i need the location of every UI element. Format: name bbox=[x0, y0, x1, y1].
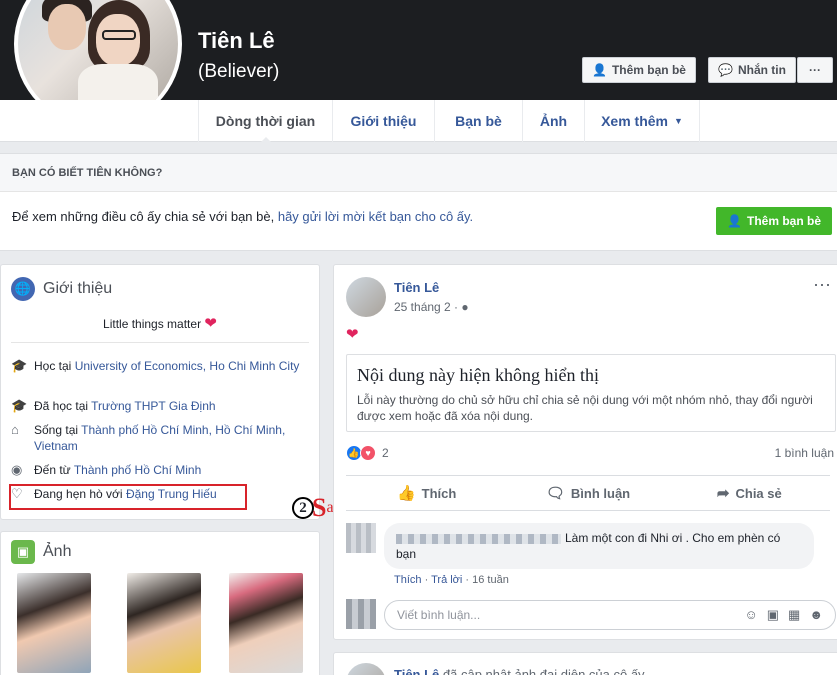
blurred-name bbox=[396, 533, 561, 544]
intro-item-from: ◉ Đến từ Thành phố Hồ Chí Minh bbox=[11, 462, 202, 477]
timeline-post: Tiên Lê 25 tháng 2 · ● ⋯ ❤ Nội dung này … bbox=[333, 264, 837, 640]
bio: Little things matter ❤ bbox=[103, 315, 217, 332]
home-icon: ⌂ bbox=[11, 422, 19, 437]
add-friend-icon: 👤 bbox=[727, 214, 742, 228]
comment-bubble: Làm một con đi Nhi ơi . Cho em phèn có b… bbox=[384, 523, 814, 569]
education-link[interactable]: University of Economics, Ho Chi Minh Cit… bbox=[75, 359, 300, 373]
comment-input[interactable]: Viết bình luận... ☺ ▣ ▦ ☻ bbox=[384, 600, 836, 630]
camera-icon[interactable]: ▣ bbox=[767, 607, 779, 623]
reactions-summary[interactable]: 👍 ♥ 2 bbox=[346, 445, 389, 461]
globe-icon: 🌐 bbox=[11, 277, 35, 301]
write-comment: Viết bình luận... ☺ ▣ ▦ ☻ bbox=[346, 599, 836, 631]
love-reaction-icon: ♥ bbox=[360, 445, 376, 461]
highlight-box bbox=[9, 484, 247, 510]
add-friend-green-button[interactable]: 👤 Thêm bạn bè bbox=[716, 207, 832, 235]
intro-title: 🌐 Giới thiệu bbox=[11, 277, 112, 301]
add-friend-icon: 👤 bbox=[592, 63, 607, 77]
post-author-name[interactable]: Tiên Lê bbox=[394, 280, 439, 295]
tab-photos[interactable]: Ảnh bbox=[522, 100, 584, 142]
share-icon: ➦ bbox=[716, 485, 730, 502]
post-author-avatar[interactable] bbox=[346, 663, 386, 675]
profile-name[interactable]: Tiên Lê bbox=[198, 28, 275, 54]
like-button[interactable]: 👍 Thích bbox=[346, 476, 507, 510]
intro-item-lives: ⌂ Sống tại Thành phố Hồ Chí Minh, Hồ Chí… bbox=[11, 422, 286, 453]
intro-item-school: 🎓 Đã học tại Trường THPT Gia Định bbox=[11, 398, 216, 413]
tab-about[interactable]: Giới thiệu bbox=[332, 100, 434, 142]
thumbs-up-icon: 👍 bbox=[396, 485, 416, 502]
message-label: Nhắn tin bbox=[737, 63, 786, 77]
divider bbox=[11, 342, 309, 343]
tab-more-label: Xem thêm bbox=[601, 113, 668, 129]
post2-header: Tiên Lê đã cập nhật ảnh đại diện của cô … bbox=[394, 667, 648, 675]
intro-item-education: 🎓 Học tại University of Economics, Ho Ch… bbox=[11, 358, 300, 373]
photo-thumbnail[interactable] bbox=[17, 573, 91, 673]
add-friend-label: Thêm bạn bè bbox=[611, 63, 686, 77]
unavailable-text: Lỗi này thường do chủ sở hữu chỉ chia sẻ… bbox=[357, 393, 813, 423]
comment-icon: 🗨 bbox=[545, 485, 565, 502]
red-heart-icon: ❤ bbox=[346, 326, 359, 343]
sticker-icon[interactable]: ☻ bbox=[809, 607, 823, 623]
timeline-post-2: Tiên Lê đã cập nhật ảnh đại diện của cô … bbox=[333, 652, 837, 675]
commenter-avatar[interactable] bbox=[346, 523, 376, 553]
friend-suggestion-card: BẠN CÓ BIẾT TIÊN KHÔNG? Để xem những điề… bbox=[0, 153, 837, 251]
comment-like-link[interactable]: Thích bbox=[394, 574, 422, 586]
profile-nav: Dòng thời gian Giới thiệu Bạn bè Ảnh Xem… bbox=[0, 100, 837, 143]
photos-card: ▣ Ảnh bbox=[0, 531, 320, 675]
comment-button[interactable]: 🗨 Bình luận bbox=[507, 476, 668, 510]
more-options-button[interactable]: ··· bbox=[797, 57, 833, 83]
unavailable-title: Nội dung này hiện không hiển thị bbox=[357, 365, 599, 385]
globe-icon: ● bbox=[461, 300, 469, 314]
post-date[interactable]: 25 tháng 2 · ● bbox=[394, 300, 469, 314]
education-icon: 🎓 bbox=[11, 358, 28, 373]
comment-time[interactable]: 16 tuần bbox=[472, 574, 509, 586]
photo-thumbnail[interactable] bbox=[127, 573, 201, 673]
tab-more[interactable]: Xem thêm ▼ bbox=[584, 100, 700, 142]
comment-reply-link[interactable]: Trả lời bbox=[431, 574, 462, 586]
photo-icon: ▣ bbox=[11, 540, 35, 564]
photo-thumbnail[interactable] bbox=[229, 573, 303, 673]
add-friend-button[interactable]: 👤 Thêm bạn bè bbox=[582, 57, 696, 83]
hometown-link[interactable]: Thành phố Hồ Chí Minh bbox=[74, 463, 201, 477]
post-options-icon[interactable]: ⋯ bbox=[813, 275, 832, 296]
share-button[interactable]: ➦ Chia sẻ bbox=[669, 476, 830, 510]
tab-timeline[interactable]: Dòng thời gian bbox=[198, 100, 332, 143]
messenger-icon: 💬 bbox=[718, 63, 733, 77]
send-request-link[interactable]: hãy gửi lời mời kết bạn cho cô ấy. bbox=[278, 209, 473, 224]
unavailable-content-box: Nội dung này hiện không hiển thị Lỗi này… bbox=[346, 354, 836, 432]
post-author-avatar[interactable] bbox=[346, 277, 386, 317]
location-icon: ◉ bbox=[11, 462, 23, 477]
comment-count[interactable]: 1 bình luận bbox=[775, 446, 834, 460]
more-icon: ··· bbox=[809, 63, 821, 77]
message-button[interactable]: 💬 Nhắn tin bbox=[708, 57, 796, 83]
profile-header: Tiên Lê (Believer) 👤 Thêm bạn bè 💬 Nhắn … bbox=[0, 0, 837, 128]
emoji-icon[interactable]: ☺ bbox=[744, 607, 757, 623]
red-heart-icon: ❤ bbox=[204, 315, 217, 332]
school-link[interactable]: Trường THPT Gia Định bbox=[91, 399, 215, 413]
suggestion-text: Để xem những điều cô ấy chia sẻ với bạn … bbox=[12, 209, 474, 224]
photos-title: ▣ Ảnh bbox=[11, 540, 71, 564]
chevron-down-icon: ▼ bbox=[674, 116, 683, 126]
viewer-avatar bbox=[346, 599, 376, 629]
suggestion-heading: BẠN CÓ BIẾT TIÊN KHÔNG? bbox=[0, 154, 837, 192]
intro-card: 🌐 Giới thiệu Little things matter ❤ 🎓 Họ… bbox=[0, 264, 320, 520]
education-icon: 🎓 bbox=[11, 398, 28, 413]
gif-icon[interactable]: ▦ bbox=[788, 607, 800, 623]
post-actions: 👍 Thích 🗨 Bình luận ➦ Chia sẻ bbox=[346, 475, 830, 511]
profile-alt-name: (Believer) bbox=[198, 61, 280, 82]
comment-meta: Thích · Trả lời · 16 tuần bbox=[394, 574, 509, 586]
tab-friends[interactable]: Bạn bè bbox=[434, 100, 522, 142]
